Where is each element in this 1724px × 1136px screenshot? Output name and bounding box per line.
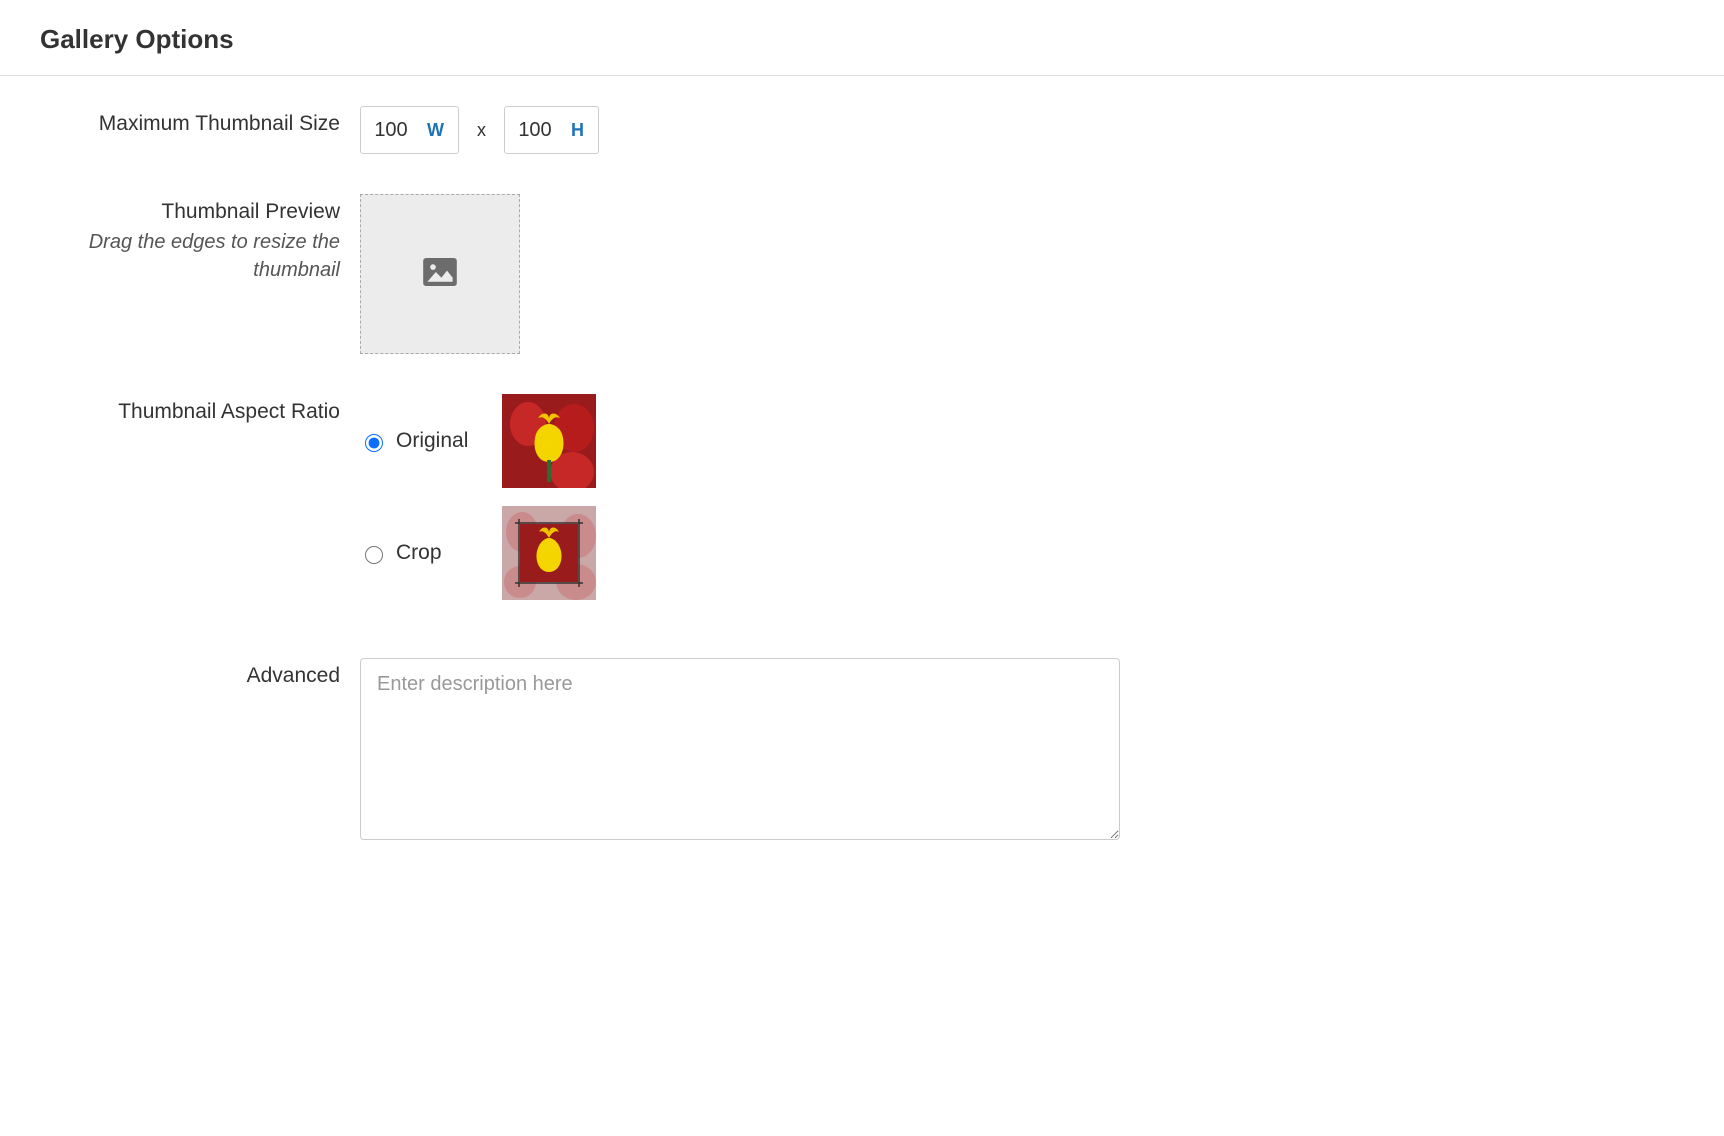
label-aspect-ratio: Thumbnail Aspect Ratio (40, 394, 360, 424)
thumbnail-height-input[interactable] (505, 119, 565, 142)
row-advanced: Advanced (40, 658, 1120, 845)
label-advanced: Advanced (40, 658, 360, 688)
thumbnail-height-box: H (504, 106, 599, 154)
advanced-textarea[interactable] (360, 658, 1120, 840)
thumbnail-width-input[interactable] (361, 119, 421, 142)
aspect-options: Original (360, 394, 1120, 600)
row-max-thumbnail-size: Maximum Thumbnail Size W x H (40, 106, 1120, 154)
row-aspect-ratio: Thumbnail Aspect Ratio Original (40, 394, 1120, 618)
aspect-radio-original[interactable] (365, 434, 383, 452)
gallery-options-panel: Gallery Options Maximum Thumbnail Size W… (0, 0, 1724, 925)
aspect-thumb-original (502, 394, 596, 488)
height-letter: H (565, 120, 584, 141)
hint-thumbnail-preview: Drag the edges to resize the thumbnail (40, 228, 340, 284)
dimension-separator: x (477, 120, 486, 141)
aspect-label-original: Original (396, 429, 492, 453)
aspect-radio-crop[interactable] (365, 546, 383, 564)
image-placeholder-icon (423, 258, 457, 291)
aspect-label-crop: Crop (396, 541, 492, 565)
aspect-option-original[interactable]: Original (360, 394, 1120, 488)
thumbnail-width-box: W (360, 106, 459, 154)
aspect-thumb-crop (502, 506, 596, 600)
label-thumbnail-preview: Thumbnail Preview (40, 200, 340, 224)
width-letter: W (421, 120, 444, 141)
aspect-option-crop[interactable]: Crop (360, 506, 1120, 600)
thumbnail-size-inputs: W x H (360, 106, 1120, 154)
row-thumbnail-preview: Thumbnail Preview Drag the edges to resi… (40, 194, 1120, 354)
section-title: Gallery Options (40, 24, 1684, 55)
section-header: Gallery Options (0, 0, 1724, 76)
label-col-preview: Thumbnail Preview Drag the edges to resi… (40, 194, 360, 284)
thumbnail-preview-box[interactable] (360, 194, 520, 354)
form-area: Maximum Thumbnail Size W x H Thum (0, 76, 1160, 925)
label-max-thumbnail-size: Maximum Thumbnail Size (40, 106, 360, 136)
